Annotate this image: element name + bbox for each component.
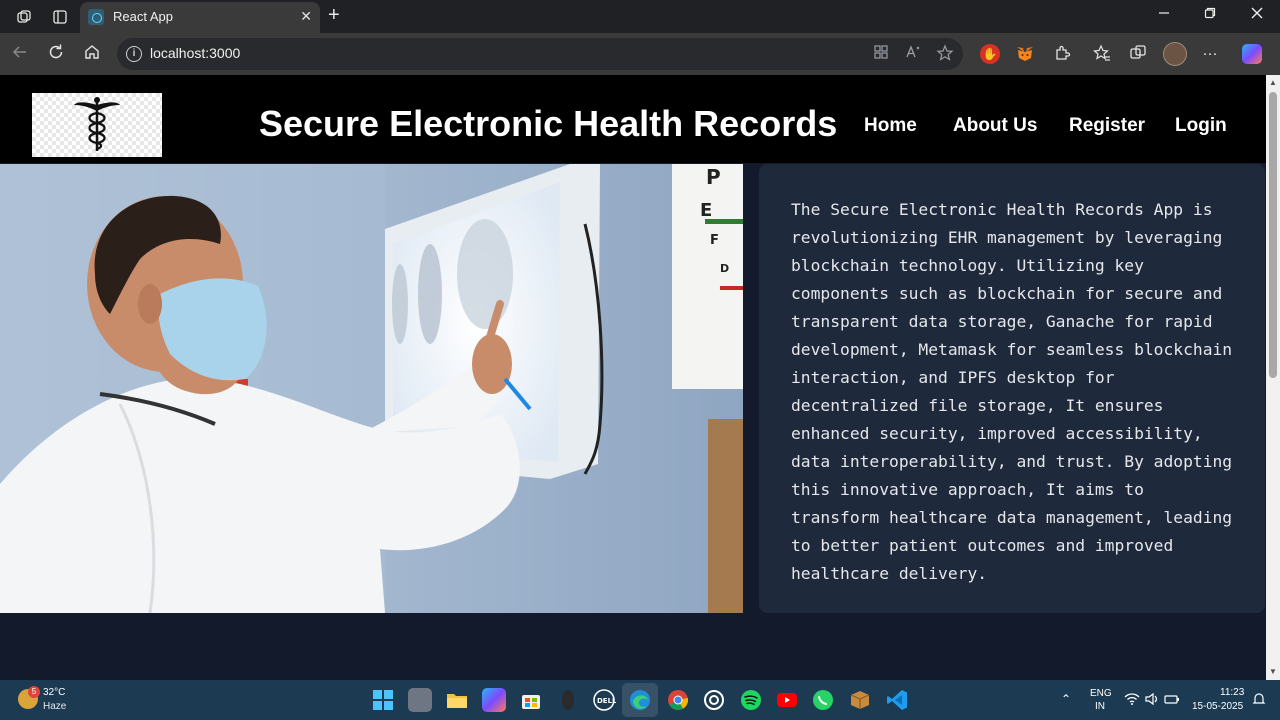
weather-condition[interactable]: Haze <box>43 701 66 712</box>
nav-login-link[interactable]: Login <box>1175 115 1227 137</box>
browser-toolbar: i localhost:3000 ✋ ··· <box>0 33 1280 75</box>
svg-text:P: P <box>706 165 721 189</box>
nav-about-link[interactable]: About Us <box>953 115 1037 137</box>
nav-home-link[interactable]: Home <box>864 115 917 137</box>
copilot-icon[interactable] <box>1242 44 1262 64</box>
store-icon[interactable] <box>519 688 543 712</box>
whatsapp-icon[interactable] <box>811 688 835 712</box>
profile-avatar[interactable] <box>1163 42 1187 66</box>
address-bar[interactable]: i localhost:3000 <box>117 38 963 70</box>
favorites-icon[interactable] <box>1092 44 1112 64</box>
favorite-icon[interactable] <box>936 44 954 66</box>
language-top[interactable]: ENG <box>1090 688 1112 699</box>
svg-text:E: E <box>700 200 712 221</box>
page-content: Secure Electronic Health Records Home Ab… <box>0 75 1266 680</box>
battery-icon[interactable] <box>1164 692 1180 709</box>
workspaces-icon[interactable] <box>13 6 35 28</box>
browser-tab-bar: React App ✕ + <box>0 0 1280 33</box>
extensions-icon[interactable] <box>1052 44 1072 64</box>
edge-icon[interactable] <box>628 688 652 712</box>
about-description: The Secure Electronic Health Records App… <box>791 200 1233 583</box>
spotify-icon[interactable] <box>739 688 763 712</box>
react-favicon-icon <box>88 9 104 25</box>
volume-icon[interactable] <box>1144 692 1160 709</box>
new-tab-button[interactable]: + <box>328 4 340 27</box>
show-hidden-icons-icon[interactable]: ⌃ <box>1061 692 1071 706</box>
tab-title: React App <box>113 9 173 24</box>
app-icon-dark[interactable] <box>556 688 580 712</box>
vscode-icon[interactable] <box>885 688 909 712</box>
tab-actions-icon[interactable] <box>49 6 71 28</box>
scroll-up-icon[interactable]: ▲ <box>1268 78 1278 87</box>
svg-text:F: F <box>710 233 719 248</box>
tab-close-icon[interactable]: ✕ <box>300 8 312 25</box>
clock-time[interactable]: 11:23 <box>1220 687 1244 698</box>
file-explorer-icon[interactable] <box>445 688 469 712</box>
clock-date[interactable]: 15-05-2025 <box>1192 701 1243 712</box>
wifi-icon[interactable] <box>1124 692 1140 709</box>
page-scrollbar[interactable]: ▲ ▼ <box>1266 75 1280 680</box>
app-available-icon[interactable] <box>873 44 889 64</box>
language-bottom[interactable]: IN <box>1095 701 1105 712</box>
dell-icon[interactable]: DELL <box>592 688 617 712</box>
task-view-icon[interactable] <box>408 688 432 712</box>
minimize-icon[interactable] <box>1149 6 1179 23</box>
home-icon[interactable] <box>81 43 103 65</box>
adblock-extension-icon[interactable]: ✋ <box>980 44 1000 64</box>
site-title: Secure Electronic Health Records <box>259 103 838 144</box>
package-icon[interactable] <box>848 688 872 712</box>
scroll-thumb[interactable] <box>1269 92 1277 378</box>
about-card: The Secure Electronic Health Records App… <box>759 164 1265 613</box>
close-window-icon[interactable] <box>1242 6 1272 23</box>
nav-register-link[interactable]: Register <box>1069 115 1145 137</box>
info-icon[interactable]: i <box>126 46 142 62</box>
browser-tab-active[interactable]: React App ✕ <box>80 2 320 33</box>
start-icon[interactable] <box>371 688 395 712</box>
caduceus-logo[interactable] <box>32 93 162 157</box>
windows-taskbar: 5 32°C Haze DELL ⌃ ENG IN 11:23 15-05-20… <box>0 680 1280 720</box>
url-text[interactable]: localhost:3000 <box>150 45 240 61</box>
youtube-icon[interactable] <box>775 688 799 712</box>
back-icon[interactable] <box>9 43 31 65</box>
refresh-icon[interactable] <box>45 43 67 65</box>
svg-text:D: D <box>720 262 729 275</box>
scroll-down-icon[interactable]: ▼ <box>1268 667 1278 676</box>
hero-doctor-image: P E F D <box>0 164 743 613</box>
svg-text:DELL: DELL <box>597 697 616 705</box>
weather-temp[interactable]: 32°C <box>43 687 65 698</box>
site-header: Secure Electronic Health Records Home Ab… <box>0 75 1266 163</box>
read-aloud-icon[interactable] <box>905 44 923 64</box>
collections-icon[interactable] <box>1128 44 1148 64</box>
chatgpt-icon[interactable] <box>702 688 726 712</box>
more-options-icon[interactable]: ··· <box>1200 44 1220 64</box>
notifications-icon[interactable] <box>1252 692 1266 709</box>
restore-icon[interactable] <box>1195 6 1225 23</box>
chrome-icon[interactable] <box>666 688 690 712</box>
metamask-extension-icon[interactable] <box>1015 44 1035 64</box>
weather-badge: 5 <box>28 686 40 698</box>
copilot-taskbar-icon[interactable] <box>482 688 506 712</box>
